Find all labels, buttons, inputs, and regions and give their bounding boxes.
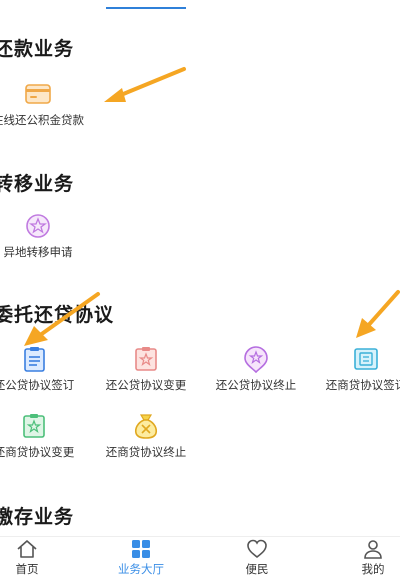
transfer-icon: [26, 214, 50, 238]
section-title-transfer: 转移业务: [0, 173, 75, 195]
repay-online-loan-label: 在线还公积金贷款: [0, 113, 84, 127]
annotation-arrow-icon: [356, 290, 400, 338]
transfer-application[interactable]: 异地转移申请: [0, 211, 86, 260]
repay-online-loan[interactable]: 在线还公积金贷款: [0, 79, 86, 128]
change-icon: [135, 347, 157, 371]
grid-icon: [132, 540, 150, 558]
nav-home[interactable]: 首页: [0, 539, 62, 577]
commercial-loan-agreement-change-label: 还商贷协议变更: [0, 445, 75, 459]
nav-mine[interactable]: 我的: [338, 539, 400, 577]
bottom-navigation: 首页 业务大厅 便民 我的: [0, 536, 400, 577]
public-loan-agreement-change[interactable]: 还公贷协议变更: [98, 344, 194, 393]
nav-convenience[interactable]: 便民: [222, 539, 292, 577]
commercial-loan-agreement-sign[interactable]: 还商贷协议签订: [318, 344, 400, 393]
public-loan-agreement-terminate[interactable]: 还公贷协议终止: [208, 344, 304, 393]
active-tab-indicator: [106, 7, 186, 9]
public-loan-agreement-change-label: 还公贷协议变更: [105, 378, 187, 392]
transfer-application-label: 异地转移申请: [3, 245, 73, 259]
money-bag-icon: [134, 414, 158, 439]
nav-mine-label: 我的: [361, 562, 385, 576]
card-icon: [25, 84, 51, 104]
section-title-deposit: 缴存业务: [0, 506, 75, 528]
commercial-loan-agreement-terminate[interactable]: 还商贷协议终止: [98, 411, 194, 460]
nav-home-label: 首页: [15, 562, 39, 576]
nav-business-hall-label: 业务大厅: [118, 562, 164, 576]
commercial-loan-agreement-sign-label: 还商贷协议签订: [325, 378, 400, 392]
section-title-repay: 还款业务: [0, 38, 75, 60]
user-icon: [364, 540, 382, 559]
nav-convenience-label: 便民: [245, 562, 269, 576]
heart-icon: [247, 539, 267, 559]
annotation-arrow-icon: [24, 292, 100, 346]
annotation-arrow-icon: [104, 67, 186, 102]
commercial-loan-agreement-change[interactable]: 还商贷协议变更: [0, 411, 82, 460]
nav-business-hall[interactable]: 业务大厅: [106, 539, 176, 577]
document-icon: [354, 348, 378, 370]
commercial-loan-agreement-terminate-label: 还商贷协议终止: [105, 445, 187, 459]
public-loan-agreement-sign[interactable]: 还公贷协议签订: [0, 344, 82, 393]
public-loan-agreement-terminate-label: 还公贷协议终止: [215, 378, 297, 392]
terminate-icon: [244, 346, 268, 374]
home-icon: [17, 540, 37, 558]
change-icon: [23, 414, 45, 438]
public-loan-agreement-sign-label: 还公贷协议签订: [0, 378, 75, 392]
